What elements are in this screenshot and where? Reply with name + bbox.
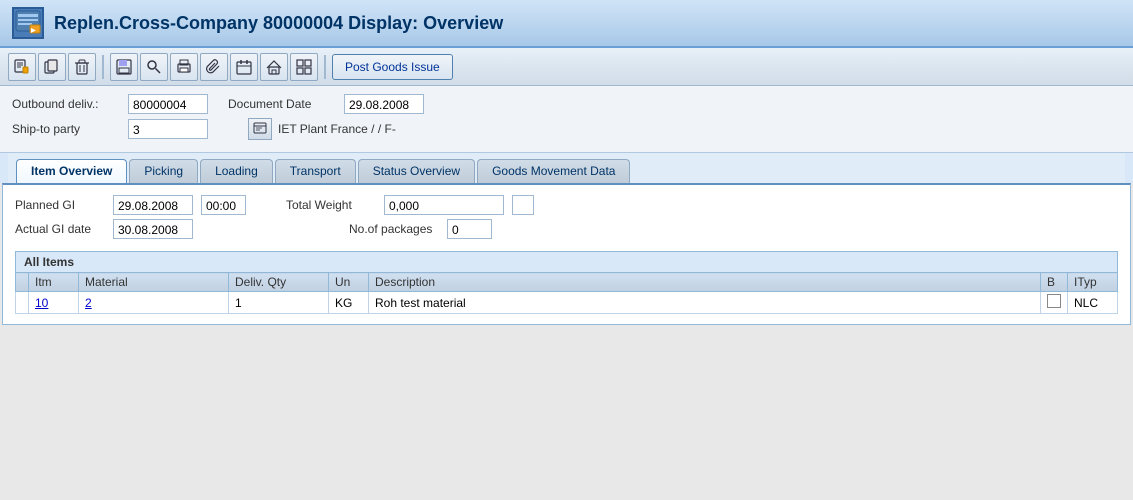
app-icon: ▶ <box>12 7 44 39</box>
plant-info-text: IET Plant France / / F- <box>278 122 396 136</box>
row-description-cell: Roh test material <box>369 292 1041 314</box>
post-goods-issue-button[interactable]: Post Goods Issue <box>332 54 453 80</box>
ship-to-party-label: Ship-to party <box>12 122 122 136</box>
actual-gi-label: Actual GI date <box>15 222 105 236</box>
plant-info-group: IET Plant France / / F- <box>248 118 396 140</box>
gi-fields: Planned GI 29.08.2008 00:00 Total Weight… <box>15 195 1118 215</box>
total-weight-value: 0,000 <box>384 195 504 215</box>
planned-gi-group: Planned GI 29.08.2008 00:00 <box>15 195 246 215</box>
home-button[interactable] <box>260 53 288 81</box>
items-table: Itm Material Deliv. Qty Un Description B… <box>15 272 1118 314</box>
row-deliv-qty-cell: 1 <box>229 292 329 314</box>
gi-fields-2: Actual GI date 30.08.2008 No.of packages… <box>15 219 1118 239</box>
col-un: Un <box>329 273 369 292</box>
col-itm: Itm <box>29 273 79 292</box>
no-packages-group: No.of packages 0 <box>349 219 492 239</box>
planned-gi-time: 00:00 <box>201 195 246 215</box>
title-bar: ▶ Replen.Cross-Company 80000004 Display:… <box>0 0 1133 48</box>
tab-item-overview[interactable]: Item Overview <box>16 159 127 183</box>
planned-gi-date: 29.08.2008 <box>113 195 193 215</box>
outbound-deliv-group: Outbound deliv.: 80000004 <box>12 94 208 114</box>
col-b: B <box>1041 273 1068 292</box>
form-area: Outbound deliv.: 80000004 Document Date … <box>0 86 1133 153</box>
attach-button[interactable] <box>200 53 228 81</box>
delete-button[interactable] <box>68 53 96 81</box>
no-packages-label: No.of packages <box>349 222 439 236</box>
actual-gi-group: Actual GI date 30.08.2008 <box>15 219 193 239</box>
total-weight-label: Total Weight <box>286 198 376 212</box>
col-deliv-qty: Deliv. Qty <box>229 273 329 292</box>
tab-picking[interactable]: Picking <box>129 159 198 183</box>
copy-button[interactable] <box>38 53 66 81</box>
col-indicator <box>16 273 29 292</box>
tab-goods-movement[interactable]: Goods Movement Data <box>477 159 630 183</box>
form-row-2: Ship-to party 3 IET Plant France / / F- <box>12 118 1121 140</box>
outbound-deliv-value: 80000004 <box>128 94 208 114</box>
toolbar-sep-1 <box>102 55 104 79</box>
total-weight-group: Total Weight 0,000 <box>286 195 534 215</box>
calendar-button[interactable] <box>230 53 258 81</box>
tab-status-overview[interactable]: Status Overview <box>358 159 475 183</box>
document-date-label: Document Date <box>228 97 338 111</box>
page-title: Replen.Cross-Company 80000004 Display: O… <box>54 13 503 34</box>
tab-transport[interactable]: Transport <box>275 159 356 183</box>
col-material: Material <box>79 273 229 292</box>
no-packages-value: 0 <box>447 219 492 239</box>
tab-container: Item Overview Picking Loading Transport … <box>8 153 1125 183</box>
all-items-section: All Items Itm Material Deliv. Qty Un Des… <box>15 251 1118 314</box>
edit-button[interactable] <box>8 53 36 81</box>
b-checkbox[interactable] <box>1047 294 1061 308</box>
svg-text:▶: ▶ <box>30 27 36 34</box>
print-button[interactable] <box>170 53 198 81</box>
toolbar: Post Goods Issue <box>0 48 1133 86</box>
row-material-cell: 2 <box>79 292 229 314</box>
actual-gi-date: 30.08.2008 <box>113 219 193 239</box>
table-row: 10 2 1 KG Roh test material NLC <box>16 292 1118 314</box>
tab-content-item-overview: Planned GI 29.08.2008 00:00 Total Weight… <box>2 183 1131 325</box>
ship-to-party-group: Ship-to party 3 <box>12 119 208 139</box>
planned-gi-label: Planned GI <box>15 198 105 212</box>
tab-loading[interactable]: Loading <box>200 159 273 183</box>
row-indicator-cell <box>16 292 29 314</box>
table-header-row: Itm Material Deliv. Qty Un Description B… <box>16 273 1118 292</box>
itm-link[interactable]: 10 <box>35 296 48 310</box>
row-b-cell <box>1041 292 1068 314</box>
search-button[interactable] <box>140 53 168 81</box>
outbound-deliv-label: Outbound deliv.: <box>12 97 122 111</box>
col-description: Description <box>369 273 1041 292</box>
plant-info-icon-btn[interactable] <box>248 118 272 140</box>
row-itm-cell: 10 <box>29 292 79 314</box>
save-button[interactable] <box>110 53 138 81</box>
ship-to-party-value: 3 <box>128 119 208 139</box>
row-un-cell: KG <box>329 292 369 314</box>
toolbar-sep-2 <box>324 55 326 79</box>
form-row-1: Outbound deliv.: 80000004 Document Date … <box>12 94 1121 114</box>
row-ityp-cell: NLC <box>1068 292 1118 314</box>
material-link[interactable]: 2 <box>85 296 92 310</box>
document-date-group: Document Date 29.08.2008 <box>228 94 424 114</box>
document-date-value: 29.08.2008 <box>344 94 424 114</box>
total-weight-unit <box>512 195 534 215</box>
all-items-header: All Items <box>15 251 1118 272</box>
col-ityp: ITyp <box>1068 273 1118 292</box>
grid-button[interactable] <box>290 53 318 81</box>
tab-bar-wrapper: Item Overview Picking Loading Transport … <box>0 153 1133 183</box>
